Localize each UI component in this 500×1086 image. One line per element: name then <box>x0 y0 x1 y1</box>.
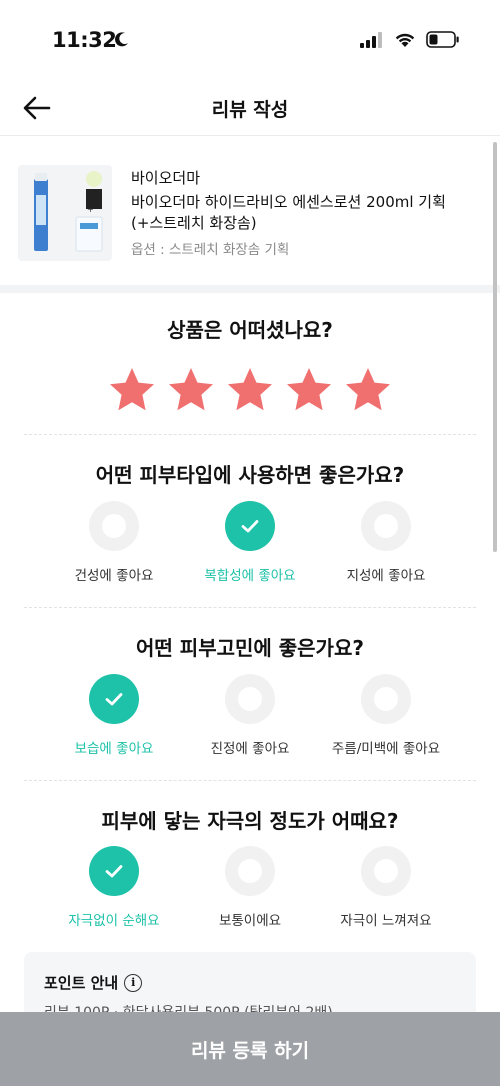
star-icon[interactable] <box>285 366 333 414</box>
star-icon[interactable] <box>344 366 392 414</box>
radio-circle[interactable] <box>225 674 275 724</box>
section-divider <box>0 285 500 293</box>
radio-circle[interactable] <box>225 501 275 551</box>
point-info-title-text: 포인트 안내 <box>44 974 119 992</box>
cellular-signal-icon <box>360 31 382 48</box>
dashed-divider <box>24 607 476 608</box>
option-wrinkle-whitening[interactable]: 주름/미백에 좋아요 <box>306 674 466 757</box>
radio-circle[interactable] <box>89 501 139 551</box>
point-info-title: 포인트 안내 i <box>44 972 143 993</box>
product-option: 옵션 : 스트레치 화장솜 기획 <box>131 242 290 258</box>
info-icon[interactable]: i <box>124 973 143 992</box>
dashed-divider <box>24 780 476 781</box>
skin-concern-question: 어떤 피부고민에 좋은가요? <box>136 636 364 660</box>
checkmark-icon <box>105 693 123 706</box>
product-thumbnail: + <box>18 165 112 261</box>
product-name: 바이오더마 하이드라비오 에센스로션 200ml 기획 (+스트레치 화장솜) <box>131 193 446 232</box>
star-icon[interactable] <box>108 366 156 414</box>
star-rating <box>0 366 500 414</box>
wifi-icon <box>395 33 415 47</box>
option-label: 지성에 좋아요 <box>346 568 426 584</box>
product-summary: + 바이오더마 바이오더마 하이드라비오 에센스로션 200ml 기획 (+스트… <box>0 137 500 285</box>
option-irritating[interactable]: 자극이 느껴져요 <box>306 846 466 929</box>
checkmark-icon <box>241 520 259 533</box>
star-icon[interactable] <box>226 366 274 414</box>
radio-circle[interactable] <box>361 501 411 551</box>
radio-circle[interactable] <box>361 674 411 724</box>
rating-question: 상품은 어떠셨나요? <box>167 318 333 342</box>
moon-icon <box>115 32 128 47</box>
option-label: 자극이 느껴져요 <box>340 913 432 929</box>
battery-icon <box>426 31 459 48</box>
dashed-divider <box>24 434 476 435</box>
skin-type-question: 어떤 피부타입에 사용하면 좋은가요? <box>95 463 405 487</box>
header: 리뷰 작성 <box>0 80 500 136</box>
radio-circle[interactable] <box>225 846 275 896</box>
option-label: 주름/미백에 좋아요 <box>331 741 441 757</box>
svg-text:+: + <box>87 205 94 214</box>
submit-review-button[interactable]: 리뷰 등록 하기 <box>0 1012 500 1086</box>
radio-circle[interactable] <box>89 846 139 896</box>
checkmark-icon <box>105 865 123 878</box>
star-icon[interactable] <box>167 366 215 414</box>
product-brand: 바이오더마 <box>131 169 201 187</box>
page-title: 리뷰 작성 <box>211 99 289 121</box>
status-time: 11:32 <box>52 28 117 52</box>
option-oily-skin[interactable]: 지성에 좋아요 <box>306 501 466 584</box>
scrollbar[interactable] <box>493 142 497 552</box>
radio-circle[interactable] <box>361 846 411 896</box>
irritation-question: 피부에 닿는 자극의 정도가 어때요? <box>101 809 399 833</box>
status-bar: 11:32 <box>0 0 500 80</box>
radio-circle[interactable] <box>89 674 139 724</box>
